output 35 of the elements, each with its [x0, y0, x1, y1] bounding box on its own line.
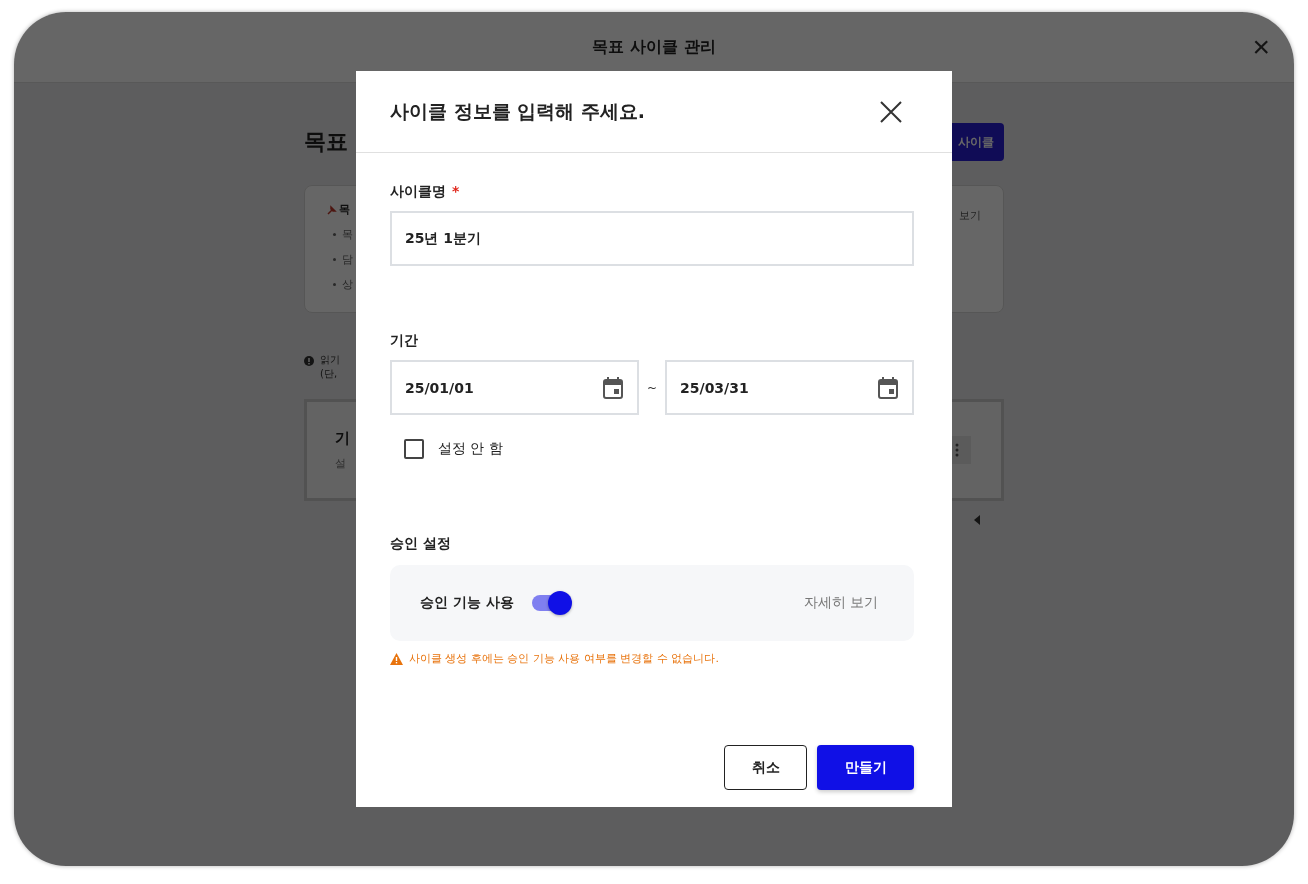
calendar-icon[interactable]	[877, 375, 899, 400]
field-label: 승인 설정	[390, 535, 451, 553]
more-icon	[955, 443, 959, 457]
page-title: 목표	[304, 128, 348, 156]
pin-icon	[327, 204, 337, 215]
field-label: 기간	[390, 332, 418, 350]
checkbox-label: 설정 안 함	[438, 440, 503, 458]
info-icon	[304, 356, 314, 366]
guide-bullet: 상	[342, 277, 353, 292]
checkbox[interactable]	[404, 439, 424, 459]
notice-text: 읽기	[320, 353, 340, 367]
caret-icon[interactable]	[974, 515, 980, 525]
create-button[interactable]: 만들기	[817, 745, 914, 790]
dialog-title: 사이클 정보를 입력해 주세요.	[390, 98, 646, 124]
warning-icon	[390, 652, 403, 665]
bullet-dot	[333, 258, 336, 261]
bullet-dot	[333, 233, 336, 236]
cycle-title: 기	[335, 429, 350, 448]
date-field[interactable]: 25/01/01	[390, 360, 639, 415]
input-field[interactable]: 25년 1분기	[390, 211, 914, 266]
toggle-label: 승인 기능 사용	[420, 594, 514, 612]
close-button[interactable]	[880, 100, 902, 123]
details-link[interactable]: 자세히 보기	[803, 594, 878, 612]
guide-heading: 목	[339, 202, 350, 217]
date-field[interactable]: 25/03/31	[665, 360, 914, 415]
range-separator: ~	[646, 380, 658, 395]
cancel-button[interactable]: 취소	[724, 745, 807, 790]
bullet-dot	[333, 283, 336, 286]
window-title: 목표 사이클 관리	[592, 36, 716, 58]
required-mark: *	[452, 183, 460, 201]
notice-text: (단,	[320, 367, 339, 381]
warning-text: 사이클 생성 후에는 승인 기능 사용 여부를 변경할 수 없습니다.	[409, 651, 719, 666]
field-label: 사이클명	[390, 183, 446, 201]
calendar-icon[interactable]	[601, 375, 624, 400]
guide-bullet: 목	[342, 227, 353, 242]
